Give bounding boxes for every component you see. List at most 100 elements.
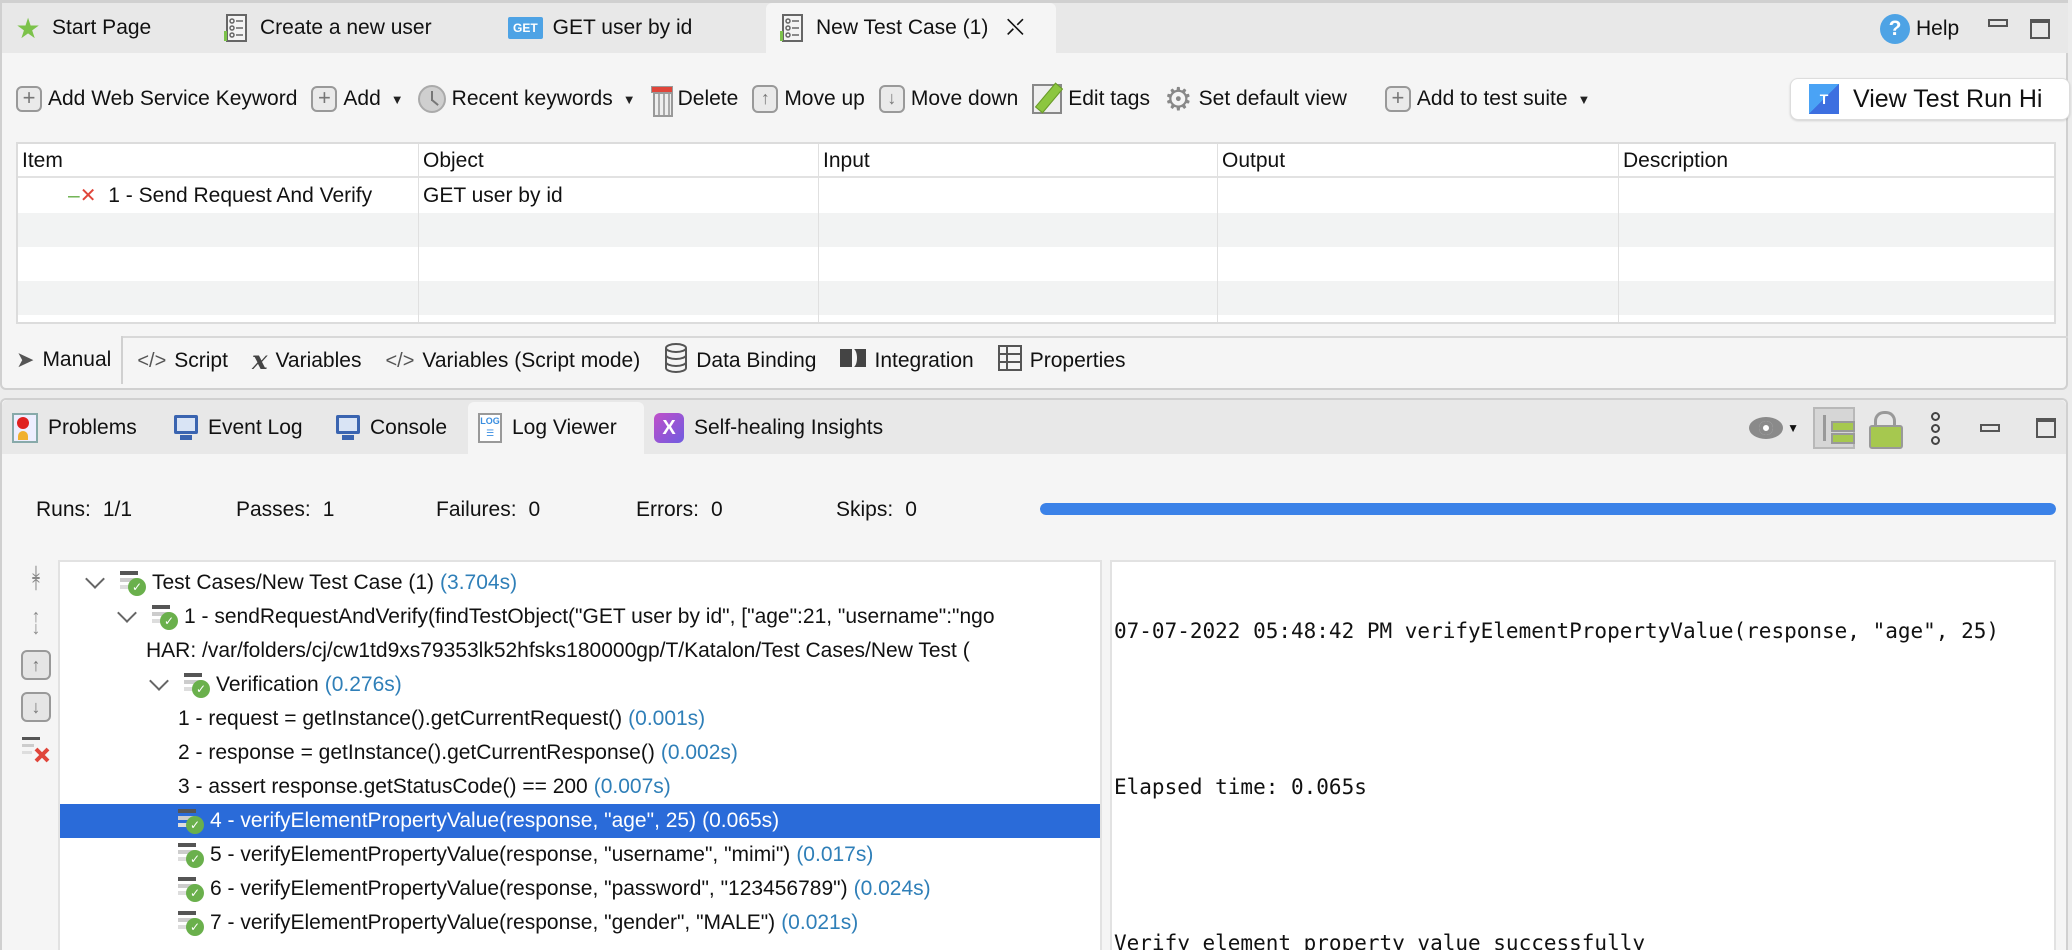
editor-toolbar: + Add Web Service Keyword + Add ▼ Recent… [16,76,1604,122]
minimize-icon[interactable] [1980,424,2000,432]
log-tree-node[interactable]: 3 - assert response.getStatusCode() == 2… [60,770,1100,804]
tab-log-viewer[interactable]: LOG ☰ Log Viewer [468,402,644,454]
tab-integration[interactable]: Integration [826,338,983,384]
log-tree-node-label: 7 - verifyElementPropertyValue(response,… [210,911,776,934]
passed-status-icon: ✓ [178,807,204,835]
close-tab-icon[interactable]: ⛌ [1006,14,1024,42]
add-button[interactable]: + Add ▼ [311,86,404,112]
expand-all-icon[interactable]: ↑ ↓ [20,606,52,638]
move-down-button[interactable]: ↓ Move down [878,85,1018,113]
table-row[interactable]: –✕ 1 - Send Request And Verify GET user … [18,179,2054,213]
testrun-logo-icon: T [1809,84,1839,114]
log-tree-node-duration: (0.021s) [781,911,859,934]
edit-tags-button[interactable]: Edit tags [1032,84,1150,114]
view-test-run-history-button[interactable]: T View Test Run Hi [1790,78,2070,120]
step-item-cell: –✕ 1 - Send Request And Verify [68,184,373,207]
tab-get-user-by-id[interactable]: GET GET user by id [496,3,692,53]
log-tree-node-label: 3 - assert response.getStatusCode() == 2… [178,775,588,798]
log-tree-node[interactable]: ✓ 5 - verifyElementPropertyValue(response… [60,838,1100,872]
run-progress-fill [1040,503,2056,515]
log-tree-node-duration: (0.017s) [796,843,874,866]
column-header-output[interactable]: Output [1218,144,1618,178]
dropdown-caret-icon[interactable]: ▼ [391,92,404,107]
monitor-icon [174,415,198,441]
tab-script[interactable]: </> Script [123,338,238,384]
help-button[interactable]: ? Help [1880,13,1959,45]
column-header-object[interactable]: Object [419,144,819,178]
chevron-down-icon[interactable] [85,569,105,589]
tab-data-binding[interactable]: Data Binding [650,338,826,384]
code-icon: </> [137,349,167,372]
log-tree-node[interactable]: ✓ Test Cases/New Test Case (1) (3.704s) [60,566,1100,600]
arrow-down-icon: ↓ [878,85,905,113]
detail-line [1114,694,2052,724]
tab-new-test-case[interactable]: New Test Case (1) ⛌ [766,3,1056,53]
help-icon: ? [1880,14,1910,44]
step-description-cell[interactable] [1619,179,2049,213]
collapse-all-icon[interactable]: ⤓ ⤒ [20,562,52,594]
log-tree-node[interactable]: HAR: /var/folders/cj/cw1td9xs79353lk52hf… [60,634,1100,668]
tab-manual[interactable]: ➤ Manual [2,336,124,384]
column-header-description[interactable]: Description [1619,144,2049,178]
dropdown-caret-icon[interactable]: ▼ [1578,92,1591,107]
set-default-view-button[interactable]: ⚙ Set default view [1164,83,1347,115]
log-tree-node[interactable]: ✓ 6 - verifyElementPropertyValue(response… [60,872,1100,906]
tab-start-page[interactable]: ★ Start Page [2,3,151,53]
minimize-button[interactable] [1988,19,2008,27]
chevron-down-icon[interactable] [149,671,169,691]
log-tree-node[interactable]: ✓ 7 - verifyElementPropertyValue(response… [60,906,1100,940]
log-tree-node-duration: (0.007s) [593,775,671,798]
tab-variables-script-mode[interactable]: </> Variables (Script mode) [371,338,650,384]
log-detail: 07-07-2022 05:48:42 PM verifyElementProp… [1110,560,2056,950]
step-input-cell[interactable] [819,179,1219,213]
code-icon: </> [385,349,415,372]
table-row-empty [18,247,2054,281]
delete-button[interactable]: Delete [650,84,738,117]
tab-self-healing-insights[interactable]: X Self-healing Insights [644,402,883,454]
maximize-icon[interactable] [2036,418,2056,438]
tab-properties[interactable]: Properties [984,338,1136,384]
column-header-item[interactable]: Item [18,144,418,178]
log-tree-node-label: Test Cases/New Test Case (1) [152,571,435,594]
scroll-lock-icon[interactable] [1869,411,1903,449]
dropdown-caret-icon: ▼ [1787,421,1799,435]
arrow-up-icon: ↑ [752,85,779,113]
log-tree-node[interactable]: 2 - response = getInstance().getCurrentR… [60,736,1100,770]
tab-create-a-new-user[interactable]: Create a new user [210,3,432,53]
log-tree-node-label: 5 - verifyElementPropertyValue(response,… [210,843,791,866]
tab-variables[interactable]: x Variables [238,338,372,384]
step-object-cell[interactable]: GET user by id [419,179,819,213]
add-to-test-suite-button[interactable]: + Add to test suite ▼ [1384,86,1591,112]
next-step-icon[interactable]: ↓ [21,692,51,722]
log-tree-node[interactable]: ✓ Verification (0.276s) [60,668,1100,702]
tab-problems[interactable]: Problems [2,402,137,454]
log-tree-node[interactable]: ✓ 1 - sendRequestAndVerify(findTestObject… [60,600,1100,634]
test-case-editor: ★ Start Page Create a new user GET GET u… [0,0,2070,390]
dropdown-caret-icon[interactable]: ▼ [623,92,636,107]
column-header-input[interactable]: Input [819,144,1219,178]
plus-icon: + [16,86,42,112]
log-tree-node[interactable]: 1 - request = getInstance().getCurrentRe… [60,702,1100,736]
tree-view-toggle-icon[interactable] [1813,407,1855,449]
previous-step-icon[interactable]: ↑ [21,650,51,680]
maximize-button[interactable] [2030,19,2050,39]
detail-line: 07-07-2022 05:48:42 PM verifyElementProp… [1114,619,2000,643]
tab-console[interactable]: Console [326,402,447,454]
recent-keywords-button[interactable]: Recent keywords ▼ [417,85,636,113]
move-up-button[interactable]: ↑ Move up [752,85,865,113]
filter-button[interactable]: ▼ [1749,417,1799,439]
show-failures-only-icon[interactable] [20,734,52,766]
eye-icon [1749,417,1784,439]
log-tree-node-selected[interactable]: ✓ 4 - verifyElementPropertyValue(response… [60,804,1100,838]
run-summary: Runs: 1/1 Passes: 1 Failures: 0 Errors: 0 Sk… [36,490,917,530]
more-options-icon[interactable] [1931,411,1940,445]
step-output-cell[interactable] [1218,179,1618,213]
tab-event-log[interactable]: Event Log [164,402,303,454]
variable-icon: x [251,346,268,376]
add-web-service-keyword-button[interactable]: + Add Web Service Keyword [16,86,297,112]
star-icon: ★ [15,12,41,44]
log-panel: Problems Event Log Console LOG ☰ Log View… [0,398,2068,950]
table-row-empty [18,213,2054,247]
panel-toolbar: ▼ [1749,407,2056,449]
chevron-down-icon[interactable] [117,603,137,623]
